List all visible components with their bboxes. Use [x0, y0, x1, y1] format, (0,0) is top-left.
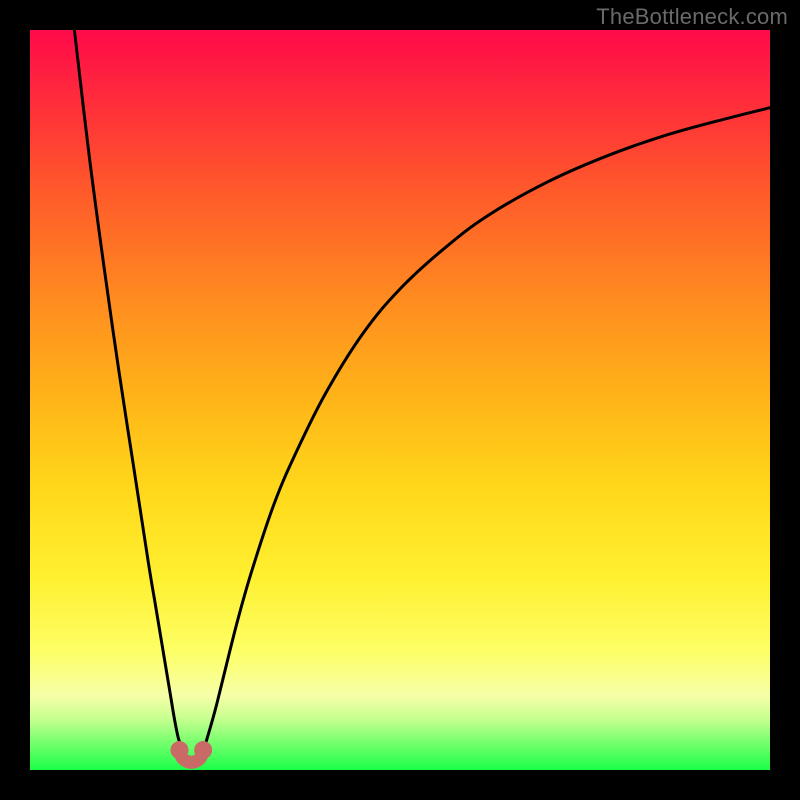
curve-layer — [30, 30, 770, 770]
curve-left-branch — [74, 30, 185, 752]
marker-trough-right — [194, 741, 212, 759]
curve-right-branch — [200, 108, 770, 752]
chart-frame: TheBottleneck.com — [0, 0, 800, 800]
watermark-text: TheBottleneck.com — [596, 4, 788, 30]
plot-area — [30, 30, 770, 770]
marker-trough-left — [170, 741, 188, 759]
